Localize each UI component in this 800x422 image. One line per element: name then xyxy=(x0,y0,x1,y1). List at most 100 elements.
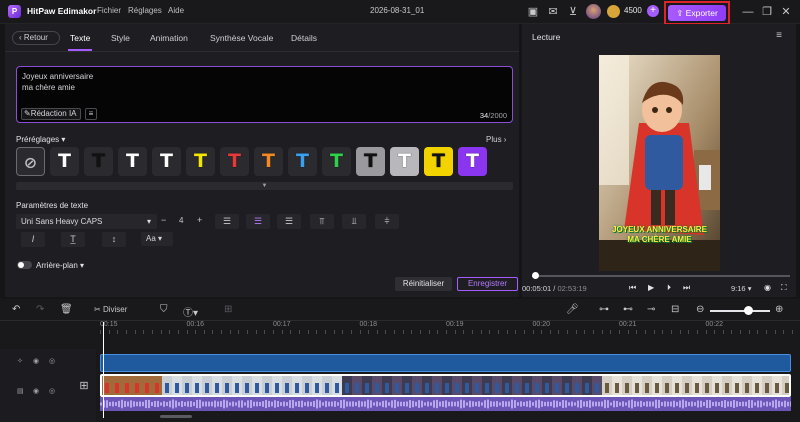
chevron-down-icon[interactable]: ▾ xyxy=(61,135,65,144)
tab-synthese-vocale[interactable]: Synthèse Vocale xyxy=(210,33,273,43)
zoom-in-icon[interactable]: ⊕ xyxy=(775,304,783,315)
delete-icon[interactable]: 🗑 xyxy=(60,304,73,315)
fit-icon[interactable]: ⊟ xyxy=(671,304,679,315)
add-credits-icon[interactable]: + xyxy=(647,5,659,17)
prev-frame-icon[interactable]: ⏮ xyxy=(629,283,636,293)
preset-style-5[interactable]: T xyxy=(186,147,215,176)
video-frame[interactable]: JOYEUX ANNIVERSAIRE MA CHÈRE AMIE xyxy=(599,55,720,271)
seek-handle[interactable] xyxy=(532,272,539,279)
redo-icon[interactable]: ↷ xyxy=(36,304,44,315)
mute-icon[interactable]: ◎ xyxy=(49,387,55,395)
preset-style-3[interactable]: T xyxy=(118,147,147,176)
preset-style-9[interactable]: T xyxy=(322,147,351,176)
seek-bar[interactable] xyxy=(532,275,790,277)
zoom-out-icon[interactable]: ⊖ xyxy=(696,304,704,315)
fullscreen-icon[interactable]: ⛶ xyxy=(781,283,787,293)
playhead[interactable] xyxy=(103,322,104,418)
preset-style-8[interactable]: T xyxy=(288,147,317,176)
text-input-area[interactable]: Joyeux anniversaire ma chère amie ✎Rédac… xyxy=(16,66,513,123)
letter-spacing-icon[interactable]: T̲ xyxy=(61,232,85,247)
background-label[interactable]: Arrière-plan ▾ xyxy=(36,261,84,270)
timeline-ruler[interactable]: 00:15 00:16 00:17 00:18 00:19 00:20 00:21 00:22 xyxy=(100,321,800,335)
waveform-bar xyxy=(304,402,306,406)
split-button[interactable]: ✂ Diviser xyxy=(94,305,127,314)
snapshot-icon[interactable]: ◉ xyxy=(764,283,771,292)
preset-style-2[interactable]: T xyxy=(84,147,113,176)
align-center-icon[interactable]: ☰ xyxy=(246,214,270,229)
shield-icon[interactable]: ⛉ xyxy=(160,304,168,315)
text-clip[interactable] xyxy=(100,354,791,372)
menu-aide[interactable]: Aide xyxy=(168,6,184,15)
font-select[interactable]: Uni Sans Heavy CAPS ▾ xyxy=(16,214,157,229)
menu-icon[interactable]: ≡ xyxy=(776,30,782,41)
split-label: Diviser xyxy=(102,305,128,314)
preset-style-11[interactable]: T xyxy=(390,147,419,176)
background-toggle[interactable] xyxy=(17,261,32,269)
link-icon[interactable]: ⊶ xyxy=(599,304,609,315)
font-size-value[interactable]: 4 xyxy=(179,216,183,225)
tab-details[interactable]: Détails xyxy=(291,33,317,43)
timeline-scrollbar[interactable] xyxy=(160,415,192,418)
italic-icon[interactable]: I xyxy=(21,232,45,247)
restore-icon[interactable]: ❐ xyxy=(760,5,774,19)
lock-icon[interactable]: ◎ xyxy=(49,357,55,365)
waveform-bar xyxy=(232,401,234,407)
minus-icon[interactable]: − xyxy=(161,215,166,225)
thumbnail-figure xyxy=(735,383,739,393)
tab-style[interactable]: Style xyxy=(111,33,130,43)
next-icon[interactable]: ⏵ xyxy=(667,283,671,293)
aspect-ratio-select[interactable]: 9:16 ▾ xyxy=(731,284,751,293)
close-icon[interactable]: ✕ xyxy=(779,5,793,19)
microphone-icon[interactable]: 🎤︎ xyxy=(566,304,579,315)
video-clip[interactable] xyxy=(100,374,791,397)
more-presets-link[interactable]: Plus › xyxy=(486,135,506,144)
export-button[interactable]: ⇪ Exporter xyxy=(664,1,730,25)
preset-style-7[interactable]: T xyxy=(254,147,283,176)
download-icon[interactable]: ⊻ xyxy=(566,5,580,19)
feedback-icon[interactable]: ✉ xyxy=(546,5,560,19)
reset-button[interactable]: Réinitialiser xyxy=(395,277,452,291)
align-left-icon[interactable]: ☰ xyxy=(215,214,239,229)
line-spacing-icon[interactable]: ↕ xyxy=(102,232,126,247)
tab-texte[interactable]: Texte xyxy=(70,33,90,43)
avatar[interactable] xyxy=(586,4,601,19)
valign-bottom-icon[interactable]: ⫩ xyxy=(375,214,399,229)
menu-fichier[interactable]: Fichier xyxy=(97,6,121,15)
font-size-stepper[interactable]: − 4 + xyxy=(161,214,213,229)
snap-icon[interactable]: ⊷ xyxy=(623,304,633,315)
layout-icon[interactable]: ▣ xyxy=(526,5,540,19)
menu-reglages[interactable]: Réglages xyxy=(128,6,162,15)
preset-style-1[interactable]: T xyxy=(50,147,79,176)
visibility-icon[interactable]: ◉ xyxy=(33,357,39,365)
preset-style-10[interactable]: T xyxy=(356,147,385,176)
text-case-select[interactable]: Aa ▾ xyxy=(141,232,173,246)
audio-waveform[interactable] xyxy=(100,397,792,411)
tab-animation[interactable]: Animation xyxy=(150,33,188,43)
plus-icon[interactable]: + xyxy=(197,215,202,225)
text-content[interactable]: Joyeux anniversaire ma chère amie xyxy=(22,71,93,93)
next-frame-icon[interactable]: ⏭ xyxy=(683,283,690,293)
save-button[interactable]: Enregistrer xyxy=(457,277,518,291)
text-tool-icon[interactable]: Ⓣ▾ xyxy=(183,304,198,319)
text-format-icon[interactable]: ≡ xyxy=(85,108,97,120)
valign-top-icon[interactable]: ⫪ xyxy=(310,214,334,229)
back-button[interactable]: ‹ Retour xyxy=(12,31,60,45)
preset-style-4[interactable]: T xyxy=(152,147,181,176)
zoom-slider[interactable] xyxy=(710,310,770,312)
preset-none[interactable]: ⊘ xyxy=(16,147,45,176)
play-icon[interactable]: ▶ xyxy=(648,283,654,292)
preset-style-12[interactable]: T xyxy=(424,147,453,176)
preset-style-13[interactable]: T xyxy=(458,147,487,176)
add-clip-icon[interactable]: ⊞ xyxy=(224,304,232,315)
ai-writing-button[interactable]: ✎Rédaction IA xyxy=(21,108,81,120)
chain-icon[interactable]: ⊸ xyxy=(647,304,655,315)
visibility-icon[interactable]: ◉ xyxy=(33,387,39,395)
add-media-icon[interactable]: ⊞ xyxy=(74,379,94,397)
collapse-presets-bar[interactable]: ▼ xyxy=(16,182,513,190)
zoom-handle[interactable] xyxy=(744,306,753,315)
minimize-icon[interactable]: — xyxy=(741,5,755,19)
undo-icon[interactable]: ↶ xyxy=(12,304,20,315)
valign-middle-icon[interactable]: ⫫ xyxy=(342,214,366,229)
preset-style-6[interactable]: T xyxy=(220,147,249,176)
align-right-icon[interactable]: ☰ xyxy=(277,214,301,229)
